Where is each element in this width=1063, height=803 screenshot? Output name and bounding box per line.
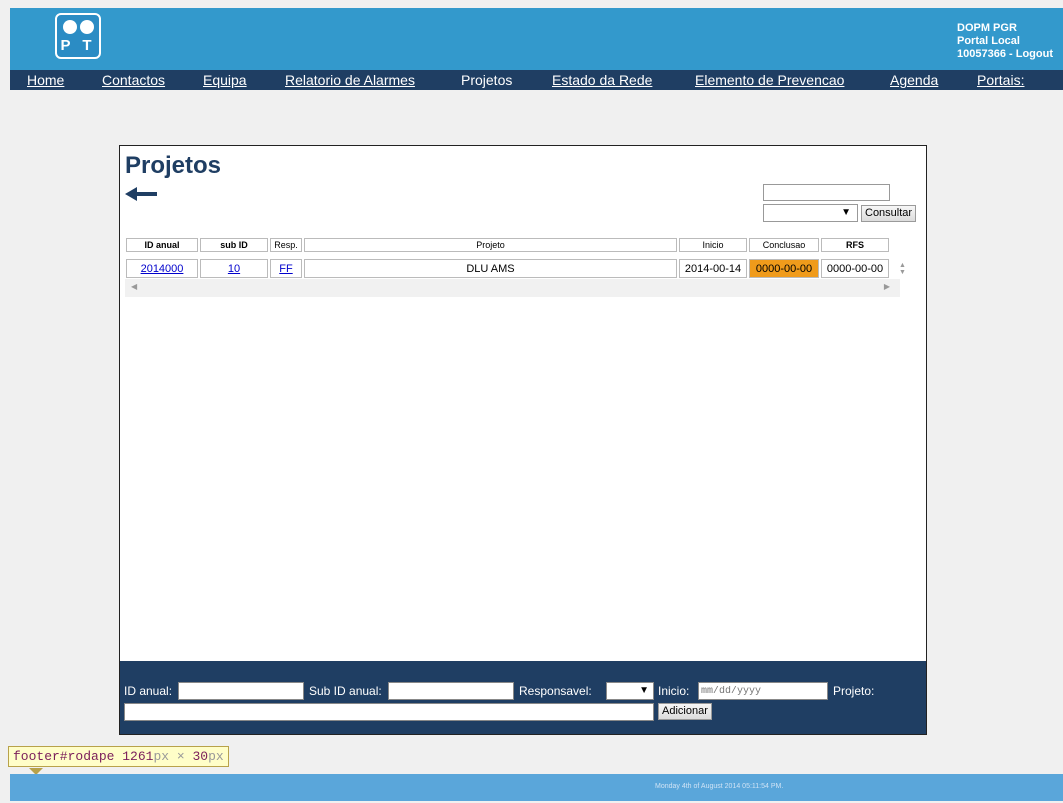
- nav-relatorio-alarmes[interactable]: Relatorio de Alarmes: [285, 72, 415, 88]
- nav-elemento-prevencao[interactable]: Elemento de Prevencao: [695, 72, 844, 88]
- inicio-date-field[interactable]: [698, 682, 828, 700]
- devtools-tooltip: footer#rodape 1261px × 30px: [8, 746, 229, 775]
- adicionar-button[interactable]: Adicionar: [658, 703, 712, 720]
- logo-dot-icon: [80, 20, 94, 34]
- column-header-inicio[interactable]: Inicio: [679, 238, 747, 252]
- nav-estado-rede[interactable]: Estado da Rede: [552, 72, 652, 88]
- table-row: 2014000 10 FF DLU AMS 2014-00-14 0000-00…: [126, 259, 889, 278]
- scroll-down-icon[interactable]: ▼: [899, 269, 906, 276]
- footer-date: Monday 4th of August 2014 05:11:54 PM.: [655, 783, 784, 790]
- page-title: Projetos: [125, 152, 222, 179]
- id-anual-field[interactable]: [178, 682, 304, 700]
- projeto-label: Projeto:: [833, 684, 875, 698]
- tooltip-times: ×: [169, 749, 193, 764]
- sub-id-anual-field[interactable]: [388, 682, 514, 700]
- sub-id-link[interactable]: 10: [228, 263, 240, 275]
- sub-id-anual-label: Sub ID anual:: [309, 684, 382, 698]
- responsavel-label: Responsavel:: [519, 684, 592, 698]
- back-arrow-icon[interactable]: [125, 186, 157, 202]
- id-anual-link[interactable]: 2014000: [141, 263, 184, 275]
- user-line-1: DOPM PGR: [957, 22, 1017, 34]
- search-input[interactable]: [763, 184, 890, 201]
- column-header-projeto[interactable]: Projeto: [304, 238, 677, 252]
- cell-rfs: 0000-00-00: [821, 259, 889, 278]
- user-id: 10057366: [957, 48, 1006, 60]
- cell-inicio: 2014-00-14: [679, 259, 747, 278]
- main-nav: Home Contactos Equipa Relatorio de Alarm…: [10, 70, 1063, 90]
- chevron-down-icon: ▼: [841, 207, 851, 218]
- column-header-resp[interactable]: Resp.: [270, 238, 302, 252]
- tooltip-width: 1261: [122, 749, 154, 764]
- logo-text: P T: [60, 37, 96, 54]
- inicio-label: Inicio:: [658, 684, 690, 698]
- column-header-rfs[interactable]: RFS: [821, 238, 889, 252]
- horizontal-scrollbar[interactable]: ◀ ▶: [125, 279, 900, 297]
- column-header-id-anual[interactable]: ID anual: [126, 238, 198, 252]
- tooltip-selector: footer#rodape: [13, 749, 115, 764]
- nav-contactos[interactable]: Contactos: [102, 72, 165, 88]
- projeto-field[interactable]: [124, 703, 654, 721]
- resp-link[interactable]: FF: [279, 263, 292, 275]
- logout-link[interactable]: Logout: [1016, 48, 1053, 60]
- footer-rodape: Monday 4th of August 2014 05:11:54 PM.: [10, 774, 1063, 801]
- tooltip-unit: px: [153, 749, 170, 764]
- nav-agenda[interactable]: Agenda: [890, 72, 938, 88]
- cell-conclusao: 0000-00-00: [749, 259, 819, 278]
- cell-sub-id: 10: [200, 259, 268, 278]
- consultar-button[interactable]: Consultar: [861, 205, 917, 222]
- column-header-conclusao[interactable]: Conclusao: [749, 238, 819, 252]
- user-line-2: Portal Local: [957, 35, 1020, 47]
- user-info: DOPM PGR Portal Local 10057366 - Logout: [957, 22, 1053, 61]
- filter-select[interactable]: ▼: [763, 204, 858, 222]
- top-header: P T DOPM PGR Portal Local 10057366 - Log…: [10, 8, 1063, 70]
- nav-projetos[interactable]: Projetos: [461, 72, 512, 88]
- id-anual-label: ID anual:: [124, 684, 173, 698]
- cell-projeto: DLU AMS: [304, 259, 677, 278]
- vertical-scrollbar[interactable]: ▲ ▼: [898, 259, 908, 279]
- scroll-left-icon[interactable]: ◀: [131, 282, 137, 291]
- nav-equipa[interactable]: Equipa: [203, 72, 247, 88]
- scroll-right-icon[interactable]: ▶: [884, 282, 890, 291]
- column-header-sub-id[interactable]: sub ID: [200, 238, 268, 252]
- cell-id-anual: 2014000: [126, 259, 198, 278]
- user-line-3: 10057366 - Logout: [957, 48, 1053, 61]
- tooltip-height: 30: [192, 749, 209, 764]
- chevron-down-icon: ▼: [639, 685, 649, 696]
- logout-separator: -: [1005, 48, 1016, 60]
- add-project-form: ID anual: Sub ID anual: Responsavel: ▼ I…: [120, 661, 926, 734]
- scroll-up-icon[interactable]: ▲: [899, 262, 906, 269]
- responsavel-select[interactable]: ▼: [606, 682, 654, 700]
- projects-table: 2014000 10 FF DLU AMS 2014-00-14 0000-00…: [124, 257, 891, 280]
- tooltip-unit: px: [208, 749, 224, 764]
- projects-panel: Projetos ▼ Consultar ID anual sub ID Res…: [119, 145, 927, 735]
- cell-resp: FF: [270, 259, 302, 278]
- table-header: ID anual sub ID Resp. Projeto Inicio Con…: [124, 236, 891, 254]
- nav-home[interactable]: Home: [27, 72, 64, 88]
- logo-dot-icon: [63, 20, 77, 34]
- pt-logo[interactable]: P T: [55, 13, 101, 59]
- nav-portais[interactable]: Portais:: [977, 72, 1024, 88]
